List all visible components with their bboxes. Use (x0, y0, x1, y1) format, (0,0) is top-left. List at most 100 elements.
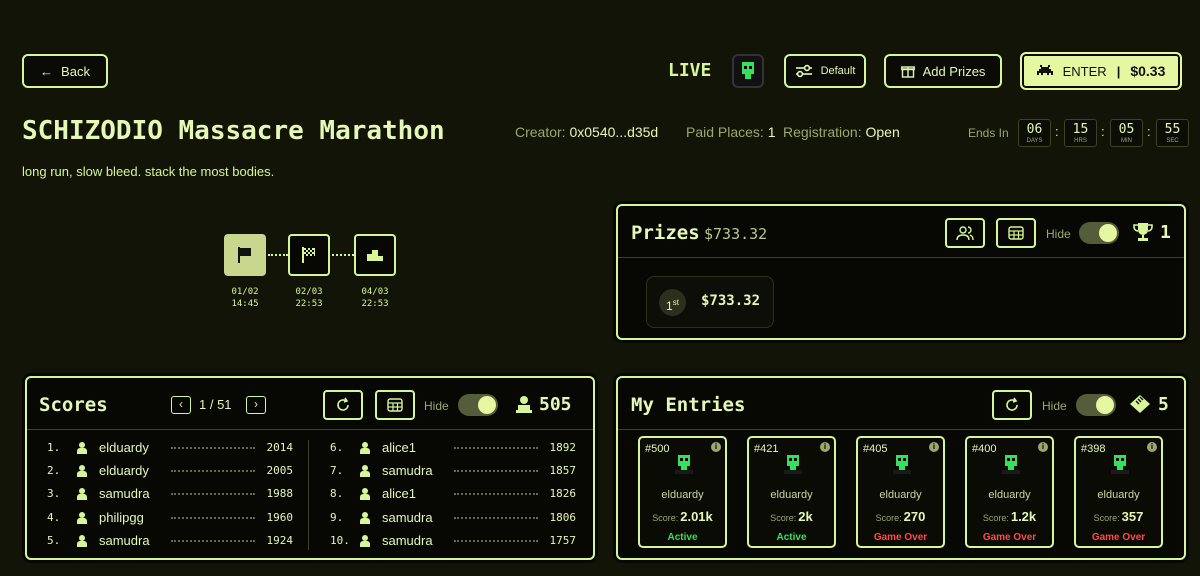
entries-count: 5 (1158, 394, 1169, 415)
player-icon (77, 511, 87, 524)
timeline-date-end: 02/03 22:53 (295, 287, 323, 309)
tournament-title: SCHIZODIO Massacre Marathon (22, 116, 445, 146)
registration-value: Open (865, 124, 900, 140)
timeline-date-results: 04/03 22:53 (361, 287, 389, 309)
prizes-table-button[interactable] (996, 218, 1036, 248)
back-label: Back (61, 63, 90, 79)
countdown-hours: 15 HRS (1064, 119, 1097, 147)
prizes-title: Prizes (631, 222, 700, 244)
table-row[interactable]: 8. alice1 1826 (330, 482, 576, 505)
players-count: 505 (539, 394, 572, 415)
trophy-icon (1133, 223, 1153, 241)
timeline-connector (332, 254, 354, 256)
default-button[interactable]: Default (784, 54, 866, 88)
timeline-date-start: 01/02 14:45 (231, 287, 259, 309)
live-label: LIVE (668, 60, 712, 81)
timeline-step-start[interactable] (224, 234, 266, 276)
entry-status: Active (776, 532, 807, 543)
entry-user: elduardy (770, 489, 813, 501)
countdown-separator: : (1055, 124, 1059, 139)
prize-amount: $733.32 (701, 293, 761, 309)
entry-id: #405 (863, 443, 888, 455)
entries-hide-label: Hide (1042, 399, 1067, 413)
info-icon[interactable]: i (929, 442, 939, 452)
table-row[interactable]: 1. elduardy 2014 (47, 436, 293, 459)
flag-icon (238, 247, 251, 263)
entry-card[interactable]: #398 i elduardy Score: 357 Game Over (1074, 436, 1163, 548)
entry-card[interactable]: #405 i elduardy Score: 270 Game Over (856, 436, 945, 548)
prizes-panel: Prizes $733.32 Hide 1 1st $733.32 (616, 204, 1186, 340)
registration-label: Registration: (783, 124, 862, 140)
registration-info: Registration: Open (783, 124, 900, 140)
creator-address[interactable]: 0x0540...d35d (569, 124, 658, 140)
table-row[interactable]: 10. samudra 1757 (330, 529, 576, 552)
page-indicator: 1 / 51 (199, 397, 232, 412)
refresh-entries-button[interactable] (992, 390, 1032, 420)
table-icon (1008, 226, 1024, 240)
timeline-connector (268, 254, 288, 256)
dot-leader (454, 539, 538, 542)
entry-card[interactable]: #421 i elduardy Score: 2k Active (747, 436, 836, 548)
paid-places-info: Paid Places: 1 (686, 124, 776, 140)
table-row[interactable]: 4. philipgg 1960 (47, 506, 293, 529)
entry-id: #421 (754, 443, 779, 455)
dot-leader (171, 446, 255, 449)
refresh-icon (337, 397, 349, 411)
table-row[interactable]: 6. alice1 1892 (330, 436, 576, 459)
creator-info: Creator: 0x0540...d35d (515, 124, 658, 140)
next-page-button[interactable]: › (246, 396, 266, 414)
arrow-left-icon: ← (40, 63, 54, 79)
gift-icon (900, 66, 915, 78)
table-row[interactable]: 7. samudra 1857 (330, 459, 576, 482)
scores-hide-toggle[interactable] (458, 394, 498, 416)
prize-place-card: 1st $733.32 (646, 276, 774, 328)
prizes-hide-toggle[interactable] (1079, 222, 1119, 244)
countdown-seconds: 55 SEC (1156, 119, 1189, 147)
add-prizes-button[interactable]: Add Prizes (884, 54, 1002, 88)
entry-status: Active (667, 532, 698, 543)
table-row[interactable]: 3. samudra 1988 (47, 482, 293, 505)
back-button[interactable]: ← Back (22, 54, 108, 88)
skull-avatar-icon (675, 455, 693, 474)
scores-divider (308, 440, 309, 550)
entry-status: Game Over (873, 532, 928, 543)
refresh-scores-button[interactable] (323, 390, 363, 420)
default-label: Default (820, 65, 856, 77)
checkered-flag-icon (302, 247, 315, 263)
timeline-step-results[interactable] (354, 234, 396, 276)
skull-avatar-icon (1002, 455, 1020, 474)
dot-leader (171, 492, 255, 495)
entry-card[interactable]: #500 i elduardy Score: 2.01k Active (638, 436, 727, 548)
tournament-description: long run, slow bleed. stack the most bod… (22, 164, 275, 179)
enter-label: ENTER (1062, 63, 1107, 79)
add-prizes-label: Add Prizes (922, 63, 986, 79)
player-icon (77, 441, 87, 454)
info-icon[interactable]: i (1147, 442, 1157, 452)
entry-status: Game Over (1091, 532, 1146, 543)
info-icon[interactable]: i (1038, 442, 1048, 452)
countdown-separator: : (1147, 124, 1151, 139)
timeline-step-end[interactable] (288, 234, 330, 276)
player-icon (77, 534, 87, 547)
skull-avatar-icon (784, 455, 802, 474)
entry-card[interactable]: #400 i elduardy Score: 1.2k Game Over (965, 436, 1054, 548)
table-row[interactable]: 9. samudra 1806 (330, 506, 576, 529)
enter-button[interactable]: ENTER | $0.33 (1020, 52, 1182, 90)
refresh-icon (1006, 397, 1018, 411)
info-icon[interactable]: i (711, 442, 721, 452)
scores-title: Scores (39, 394, 108, 416)
table-row[interactable]: 5. samudra 1924 (47, 529, 293, 552)
player-icon (360, 441, 370, 454)
player-icon (360, 534, 370, 547)
scores-table-button[interactable] (375, 390, 415, 420)
info-icon[interactable]: i (820, 442, 830, 452)
skull-avatar-icon (1111, 455, 1129, 474)
entry-score: Score: 357 (1093, 509, 1144, 524)
prev-page-button[interactable]: ‹ (171, 396, 191, 414)
scores-panel: Scores ‹ 1 / 51 › Hide 505 1. elduardy 201… (25, 376, 595, 560)
entries-hide-toggle[interactable] (1076, 394, 1116, 416)
dot-leader (171, 516, 255, 519)
participants-button[interactable] (945, 218, 985, 248)
player-icon (360, 464, 370, 477)
table-row[interactable]: 2. elduardy 2005 (47, 459, 293, 482)
